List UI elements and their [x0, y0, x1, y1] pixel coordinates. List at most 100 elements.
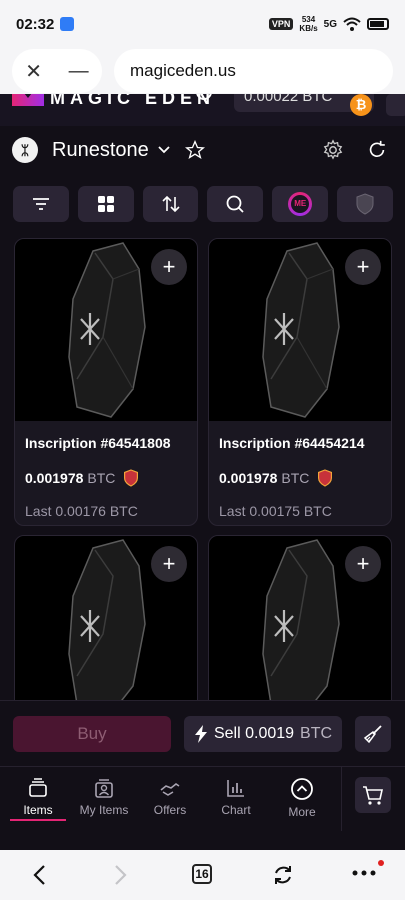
search-icon[interactable]	[194, 94, 216, 110]
sell-button[interactable]: Sell 0.0019 BTC	[184, 715, 342, 752]
sort-icon	[161, 195, 180, 213]
last-price: Last 0.00175 BTC	[219, 503, 332, 519]
price-unit: BTC	[281, 470, 310, 486]
add-to-cart-button[interactable]: +	[151, 249, 187, 285]
item-title[interactable]: Inscription #64541808	[25, 435, 187, 451]
active-tab-indicator	[10, 819, 66, 821]
tab-label: Chart	[221, 803, 251, 817]
close-icon[interactable]: ✕	[25, 59, 42, 84]
collection-header: ᛯ Runestone	[0, 126, 405, 174]
collection-avatar: ᛯ	[12, 137, 38, 163]
status-indicators: VPN 534 KB/s 5G	[268, 15, 389, 33]
vpn-badge: VPN	[268, 18, 294, 30]
browser-nav-bar: 16	[0, 850, 405, 900]
net-speed-unit: KB/s	[299, 24, 318, 33]
filter-toolbar: ME	[13, 186, 393, 222]
cart-button[interactable]	[355, 777, 391, 813]
net-speed-value: 534	[301, 15, 316, 24]
gear-icon[interactable]	[322, 139, 344, 161]
item-info: Inscription #64454214 0.001978 BTC Last …	[209, 421, 391, 525]
tab-items[interactable]: Items	[5, 777, 71, 831]
verified-filter-button[interactable]	[337, 186, 393, 222]
magic-eden-badge-icon: ME	[288, 192, 313, 216]
items-icon	[29, 778, 47, 797]
minimize-icon[interactable]: —	[69, 60, 89, 83]
more-icon	[291, 778, 313, 800]
item-card[interactable]: + Inscription #64454214 0.001978 BTC Las…	[208, 238, 392, 526]
refresh-icon[interactable]	[272, 864, 294, 886]
tab-my-items[interactable]: My Items	[71, 777, 137, 831]
item-card[interactable]: +	[14, 535, 198, 700]
magic-eden-filter-button[interactable]: ME	[272, 186, 329, 222]
item-image[interactable]: +	[15, 239, 197, 421]
item-title[interactable]: Inscription #64454214	[219, 435, 381, 451]
filter-button[interactable]	[13, 186, 69, 222]
chart-icon	[227, 780, 244, 797]
site-logo-text[interactable]: MAGIC EDEN	[50, 94, 215, 109]
sort-button[interactable]	[142, 186, 199, 222]
signal-label: 5G	[323, 18, 337, 30]
grid-icon	[97, 196, 114, 212]
broom-icon	[363, 724, 382, 743]
price-unit: BTC	[87, 470, 116, 486]
item-price: 0.001978	[219, 470, 278, 486]
bottom-tab-bar: Items My Items Offers Chart More	[0, 766, 405, 850]
item-info: Inscription #64541808 0.001978 BTC Last …	[15, 421, 197, 525]
tab-label: Offers	[153, 803, 187, 817]
item-image[interactable]: +	[209, 536, 391, 700]
last-price: Last 0.00176 BTC	[25, 503, 138, 519]
grid-view-button[interactable]	[77, 186, 134, 222]
menu-icon[interactable]	[386, 94, 405, 116]
tab-offers[interactable]: Offers	[137, 777, 203, 831]
shield-icon	[318, 469, 333, 487]
browser-controls: ✕ —	[12, 49, 102, 93]
tab-divider	[341, 767, 342, 831]
price-row: 0.001978 BTC	[219, 469, 381, 487]
search-button[interactable]	[207, 186, 264, 222]
collection-name[interactable]: Runestone	[52, 139, 149, 162]
tab-label: More	[288, 805, 316, 819]
url-field[interactable]: magiceden.us	[114, 49, 393, 93]
my-items-icon	[95, 779, 113, 798]
filter-icon	[32, 198, 49, 210]
tab-more[interactable]: More	[269, 777, 335, 831]
add-to-cart-button[interactable]: +	[151, 546, 187, 582]
item-grid: + Inscription #64541808 0.001978 BTC Las…	[14, 238, 392, 700]
bitcoin-icon: ₿	[350, 94, 372, 116]
wifi-icon	[343, 17, 361, 31]
item-image[interactable]: +	[209, 239, 391, 421]
tab-label: Items	[23, 803, 53, 817]
forward-icon[interactable]	[112, 864, 128, 886]
star-icon[interactable]	[184, 140, 205, 160]
status-bar: 02:32 VPN 534 KB/s 5G	[0, 0, 405, 48]
app-notification-icon	[60, 17, 75, 31]
shield-icon	[124, 469, 139, 487]
tab-chart[interactable]: Chart	[203, 777, 269, 831]
shield-icon	[356, 193, 374, 215]
offers-icon	[160, 783, 180, 796]
add-to-cart-button[interactable]: +	[345, 249, 381, 285]
refresh-icon[interactable]	[366, 139, 388, 161]
tab-count-button[interactable]: 16	[192, 864, 212, 884]
price-row: 0.001978 BTC	[25, 469, 187, 487]
sell-unit: BTC	[300, 724, 333, 742]
magic-eden-logo-icon[interactable]	[12, 94, 44, 106]
chevron-down-icon[interactable]	[157, 145, 171, 155]
sell-label: Sell 0.0019	[213, 724, 295, 742]
buy-button[interactable]: Buy	[13, 715, 171, 752]
action-bar: Buy Sell 0.0019 BTC	[0, 700, 405, 766]
cart-icon	[363, 786, 383, 805]
add-to-cart-button[interactable]: +	[345, 546, 381, 582]
site-header: MAGIC EDEN 0.00022 BTC ₿	[0, 94, 405, 126]
more-options-icon[interactable]	[352, 870, 376, 876]
sweep-button[interactable]	[355, 715, 391, 752]
lightning-icon	[194, 724, 207, 743]
status-time: 02:32	[16, 15, 55, 33]
search-icon	[226, 195, 245, 213]
item-card[interactable]: + Inscription #64541808 0.001978 BTC Las…	[14, 238, 198, 526]
item-price: 0.001978	[25, 470, 84, 486]
back-icon[interactable]	[32, 864, 48, 886]
battery-icon	[367, 18, 389, 30]
item-image[interactable]: +	[15, 536, 197, 700]
item-card[interactable]: +	[208, 535, 392, 700]
